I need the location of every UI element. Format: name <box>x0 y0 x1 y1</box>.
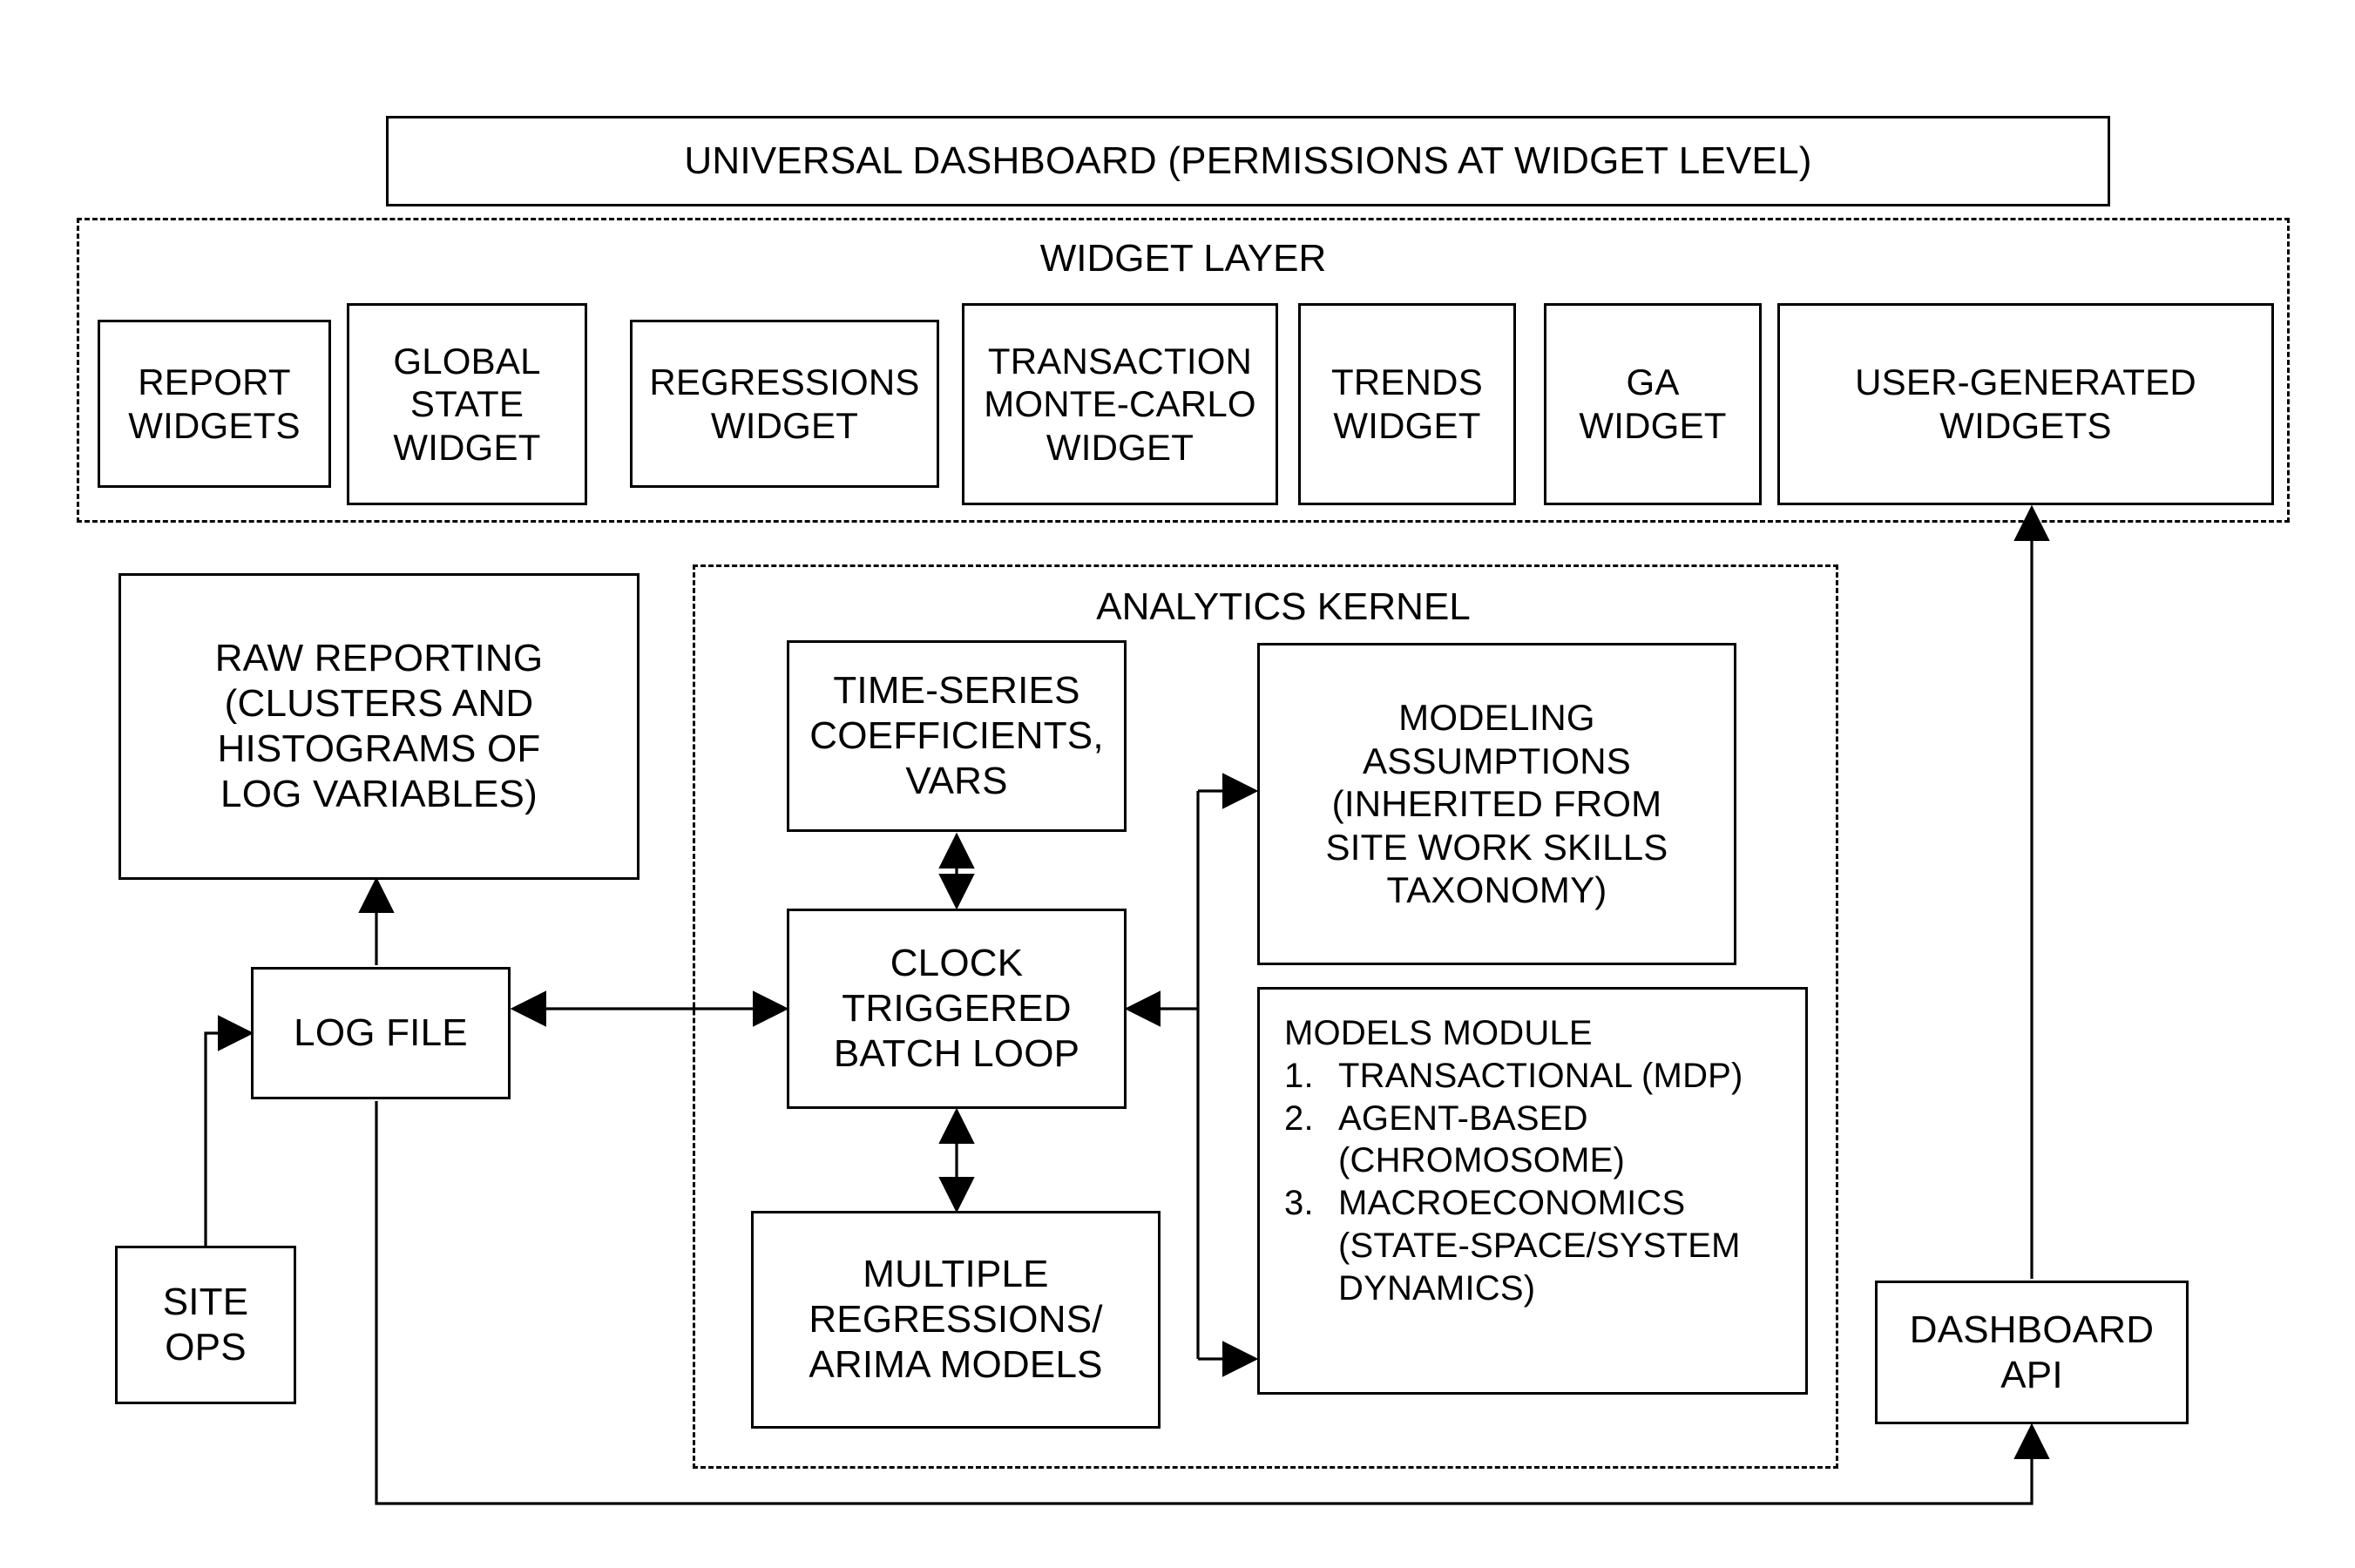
widget-user-generated-label: USER-GENERATED WIDGETS <box>1855 362 2196 446</box>
regressions-arima-box: MULTIPLE REGRESSIONS/ ARIMA MODELS <box>751 1211 1161 1429</box>
site-ops-box: SITE OPS <box>115 1246 296 1404</box>
modeling-assumptions-label: MODELING ASSUMPTIONS (INHERITED FROM SIT… <box>1325 697 1668 911</box>
models-module-item-number: 2. <box>1284 1098 1314 1138</box>
widget-transaction-monte-carlo-label: TRANSACTION MONTE-CARLO WIDGET <box>984 340 1256 468</box>
models-module-item-text: TRANSACTIONAL (MDP) <box>1338 1056 1743 1095</box>
widget-regressions-label: REGRESSIONS WIDGET <box>649 361 920 446</box>
widget-report-widgets-label: REPORT WIDGETS <box>128 361 301 446</box>
models-module-item-number: 3. <box>1284 1184 1314 1223</box>
modeling-assumptions-box: MODELING ASSUMPTIONS (INHERITED FROM SIT… <box>1257 643 1736 965</box>
widget-layer-label-wrap: WIDGET LAYER <box>993 237 1373 280</box>
widget-layer-label: WIDGET LAYER <box>1039 237 1327 280</box>
universal-dashboard-box: UNIVERSAL DASHBOARD (PERMISSIONS AT WIDG… <box>386 116 2110 206</box>
clock-loop-box: CLOCK TRIGGERED BATCH LOOP <box>787 909 1127 1109</box>
site-ops-label: SITE OPS <box>162 1281 249 1369</box>
widget-transaction-monte-carlo[interactable]: TRANSACTION MONTE-CARLO WIDGET <box>962 303 1278 505</box>
widget-ga-label: GA WIDGET <box>1579 362 1727 446</box>
raw-reporting-box: RAW REPORTING (CLUSTERS AND HISTOGRAMS O… <box>118 573 640 880</box>
widget-trends[interactable]: TRENDS WIDGET <box>1298 303 1516 505</box>
log-file-label: LOG FILE <box>294 1011 468 1055</box>
regressions-arima-label: MULTIPLE REGRESSIONS/ ARIMA MODELS <box>809 1253 1103 1386</box>
time-series-label: TIME-SERIES COEFFICIENTS, VARS <box>809 669 1104 802</box>
widget-global-state[interactable]: GLOBAL STATE WIDGET <box>347 303 587 505</box>
analytics-kernel-label: ANALYTICS KERNEL <box>1096 585 1471 628</box>
widget-ga[interactable]: GA WIDGET <box>1544 303 1762 505</box>
widget-global-state-label: GLOBAL STATE WIDGET <box>393 340 541 468</box>
models-module-item: 3. MACROECONOMICS (STATE-SPACE/SYSTEM DY… <box>1284 1182 1784 1309</box>
widget-trends-label: TRENDS WIDGET <box>1331 362 1483 446</box>
arrow-site-ops-to-log-file <box>204 1015 254 1246</box>
raw-reporting-label: RAW REPORTING (CLUSTERS AND HISTOGRAMS O… <box>214 637 544 815</box>
time-series-box: TIME-SERIES COEFFICIENTS, VARS <box>787 640 1127 832</box>
models-module-item: 1. TRANSACTIONAL (MDP) <box>1284 1055 1784 1098</box>
dashboard-api-label: DASHBOARD API <box>1909 1308 2155 1396</box>
log-file-box: LOG FILE <box>251 967 511 1099</box>
models-module-item: 2. AGENT-BASED (CHROMOSOME) <box>1284 1098 1784 1183</box>
clock-loop-label: CLOCK TRIGGERED BATCH LOOP <box>833 942 1080 1075</box>
architecture-diagram: UNIVERSAL DASHBOARD (PERMISSIONS AT WIDG… <box>0 0 2355 1568</box>
models-module-item-text: MACROECONOMICS (STATE-SPACE/SYSTEM DYNAM… <box>1338 1184 1741 1308</box>
universal-dashboard-label: UNIVERSAL DASHBOARD (PERMISSIONS AT WIDG… <box>684 139 1812 183</box>
widget-regressions[interactable]: REGRESSIONS WIDGET <box>630 320 939 488</box>
models-module-box: MODELS MODULE 1. TRANSACTIONAL (MDP) 2. … <box>1257 987 1808 1395</box>
models-module-item-text: AGENT-BASED (CHROMOSOME) <box>1338 1098 1626 1180</box>
models-module-item-number: 1. <box>1284 1056 1314 1095</box>
dashboard-api-box: DASHBOARD API <box>1875 1281 2189 1424</box>
models-module-title: MODELS MODULE <box>1284 1014 1593 1052</box>
models-module-list: 1. TRANSACTIONAL (MDP) 2. AGENT-BASED (C… <box>1284 1055 1784 1310</box>
analytics-kernel-label-wrap: ANALYTICS KERNEL <box>1072 585 1495 629</box>
widget-user-generated[interactable]: USER-GENERATED WIDGETS <box>1777 303 2274 505</box>
widget-report-widgets[interactable]: REPORT WIDGETS <box>98 320 331 488</box>
